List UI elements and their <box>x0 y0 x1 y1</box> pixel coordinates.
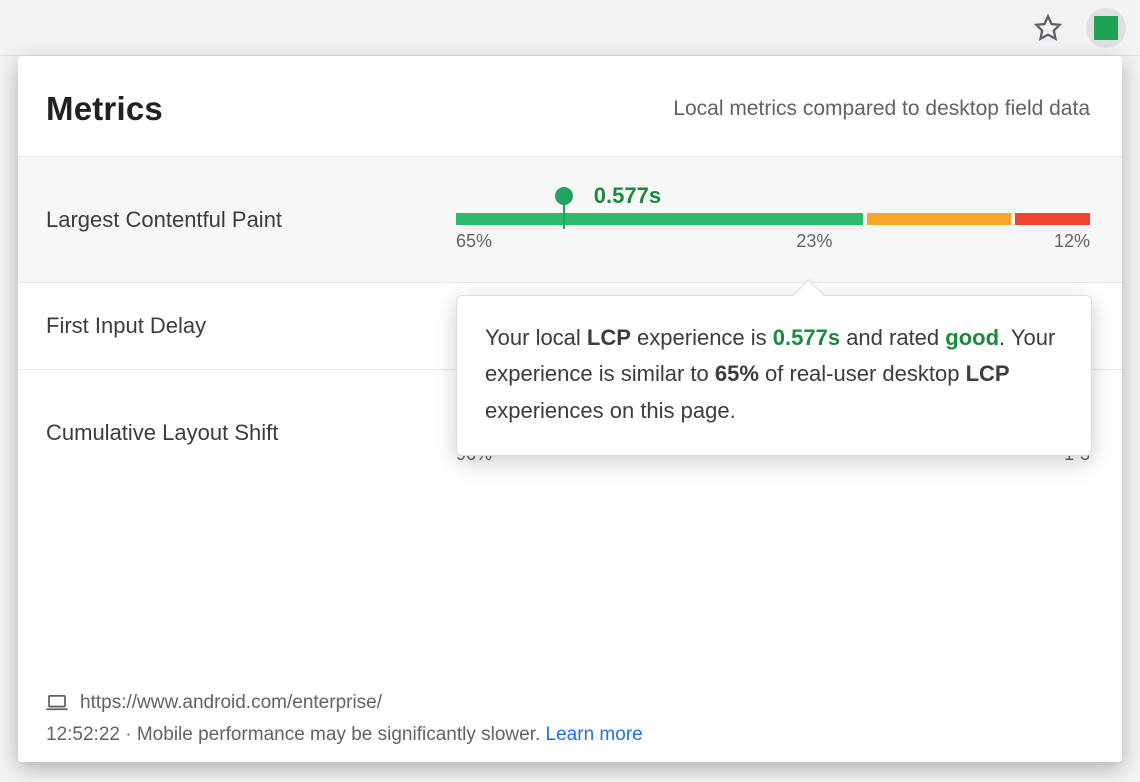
footer-note: 12:52:22 · Mobile performance may be sig… <box>46 724 1090 746</box>
tt-rating: good <box>945 325 999 350</box>
metric-name: First Input Delay <box>46 313 456 339</box>
page-url: https://www.android.com/enterprise/ <box>80 692 382 714</box>
segment-good <box>456 213 863 225</box>
mobile-warning: Mobile performance may be significantly … <box>137 724 546 745</box>
capture-time: 12:52:22 <box>46 724 120 745</box>
browser-toolbar <box>0 0 1140 56</box>
segment-poor <box>1015 213 1090 225</box>
metric-visual-lcp: 0.577s 65% 23% 12% <box>456 187 1090 252</box>
tt-value: 0.577s <box>773 325 840 350</box>
metric-tooltip: Your local LCP experience is 0.577s and … <box>456 295 1092 456</box>
segment-needs <box>867 213 1011 225</box>
panel-footer: https://www.android.com/enterprise/ 12:5… <box>46 692 1090 746</box>
tt-pct: 65% <box>715 361 759 386</box>
extension-status-icon <box>1094 16 1118 40</box>
panel-header: Metrics Local metrics compared to deskto… <box>18 56 1122 156</box>
metric-name: Largest Contentful Paint <box>46 207 456 233</box>
tt-abbr: LCP <box>587 325 631 350</box>
learn-more-link[interactable]: Learn more <box>546 724 643 745</box>
pct-needs: 23% <box>492 231 1054 252</box>
panel-subtitle: Local metrics compared to desktop field … <box>673 97 1090 121</box>
metric-marker-lcp <box>555 187 573 229</box>
distribution-labels: 65% 23% 12% <box>456 231 1090 252</box>
metric-value-lcp: 0.577s <box>594 183 661 209</box>
bookmark-star-icon[interactable] <box>1034 14 1062 42</box>
pct-poor: 12% <box>1054 231 1090 252</box>
distribution-bar <box>456 213 1090 225</box>
panel-title: Metrics <box>46 90 163 128</box>
metric-row-lcp[interactable]: Largest Contentful Paint 0.577s 65% 23% … <box>18 156 1122 282</box>
pct-good: 65% <box>456 231 492 252</box>
metric-name: Cumulative Layout Shift <box>46 420 456 446</box>
extension-badge[interactable] <box>1086 8 1126 48</box>
page-url-line: https://www.android.com/enterprise/ <box>46 692 1090 714</box>
desktop-icon <box>46 695 68 711</box>
